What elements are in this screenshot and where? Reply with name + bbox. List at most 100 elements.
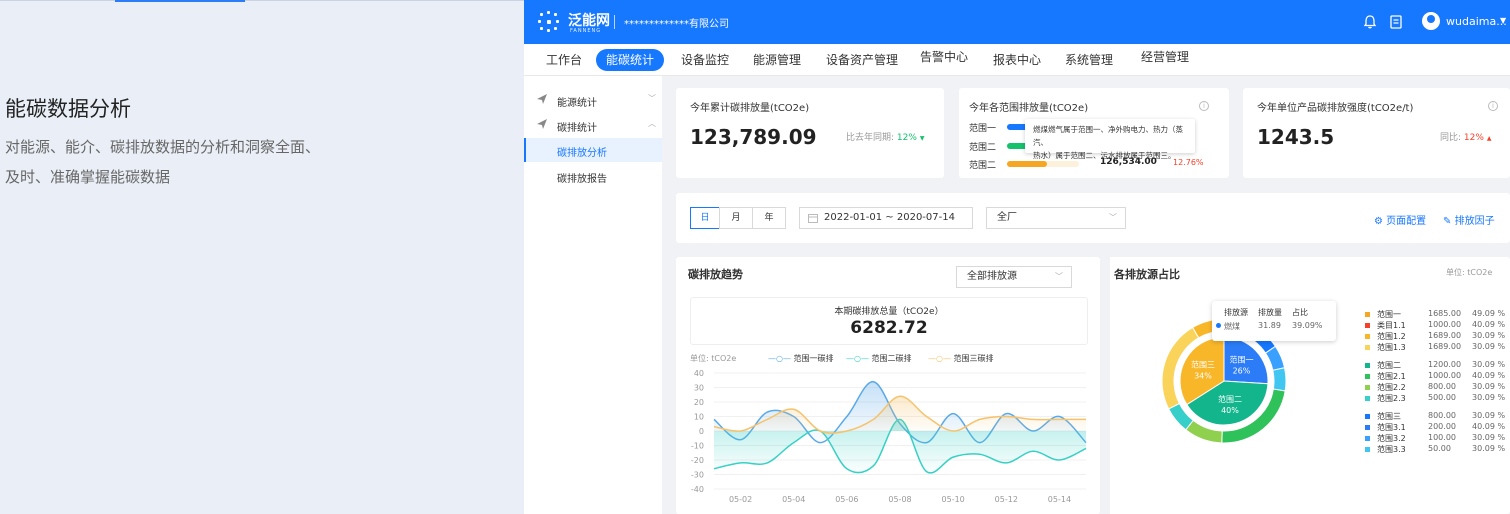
x-tick-label: 05-08 — [888, 495, 911, 504]
nav-system-management[interactable]: 系统管理 — [1065, 51, 1113, 68]
period-year-button[interactable]: 年 — [752, 207, 786, 229]
nav-report-center[interactable]: 报表中心 — [993, 51, 1041, 68]
sidebar-item-carbon-report[interactable]: 碳排放报告 — [524, 164, 662, 188]
user-name[interactable]: wudaima... — [1446, 15, 1507, 28]
legend-row[interactable]: 类目1.1 1000.00 40.09 % — [1365, 320, 1510, 331]
nav-alarm-center[interactable]: 告警中心 — [920, 48, 968, 65]
legend-row[interactable]: 范围三 800.00 30.09 % — [1365, 411, 1510, 422]
legend-pct: 30.09 % — [1472, 360, 1506, 369]
sidebar-item-energy-stats[interactable]: 能源统计 ﹀ — [524, 88, 662, 112]
slice-name-label: 范围二 — [1218, 394, 1242, 404]
legend-pct: 40.09 % — [1472, 371, 1506, 380]
legend-value: 50.00 — [1428, 444, 1451, 453]
tooltip-header: 排放量 — [1258, 308, 1282, 317]
legend-name: 类目1.1 — [1377, 321, 1406, 330]
nav-carbon-stats[interactable]: 能碳统计 — [596, 49, 664, 71]
legend-pct: 49.09 % — [1472, 309, 1506, 318]
outer-ring-segment[interactable] — [1272, 367, 1287, 392]
nav-business-management[interactable]: 经营管理 — [1141, 48, 1189, 65]
filter-bar: 日 月 年 2022-01-01 ~ 2020-07-14 全厂 ﹀ ⚙ 页面配… — [676, 193, 1510, 243]
document-icon[interactable] — [1388, 14, 1404, 30]
slice-name-label: 范围一 — [1229, 355, 1253, 365]
sidebar-item-label: 碳排放分析 — [557, 148, 607, 159]
legend-row[interactable]: 范围二 1200.00 30.09 % — [1365, 360, 1510, 371]
kpi-scope-card: 今年各范围排放量(tCO2e) i 范围一 范围二 范围二 126,534.00… — [959, 88, 1229, 178]
legend-value: 200.00 — [1428, 422, 1456, 431]
pie-tooltip: 排放源 排放量 占比 燃煤 31.89 39.09% — [1212, 301, 1336, 341]
legend-value: 1000.00 — [1428, 371, 1462, 380]
date-range-picker[interactable]: 2022-01-01 ~ 2020-07-14 — [799, 207, 973, 229]
page-config-label: 页面配置 — [1386, 216, 1427, 227]
legend-name: 范围一 — [1377, 310, 1401, 319]
arrow-down-icon: ▼ — [919, 135, 925, 142]
site-select[interactable]: 全厂 ﹀ — [986, 207, 1126, 229]
caret-down-icon[interactable]: ▼ — [1500, 16, 1506, 25]
legend-swatch — [1365, 447, 1370, 452]
legend-pct: 30.09 % — [1472, 342, 1506, 351]
sidebar-item-carbon-stats[interactable]: 碳排统计 ︿ — [524, 113, 662, 137]
info-icon[interactable]: i — [1488, 101, 1498, 111]
slice-name-label: 范围三 — [1191, 359, 1215, 369]
kpi-intensity-compare: 同比: 12% ▲ — [1440, 130, 1491, 143]
info-icon[interactable]: i — [1199, 101, 1209, 111]
kpi-total-compare: 比去年同期: 12% ▼ — [846, 130, 924, 143]
legend-row[interactable]: 范围3.3 50.00 30.09 % — [1365, 444, 1510, 455]
legend-name: 范围二 — [1377, 361, 1401, 370]
gear-icon: ⚙ — [1374, 216, 1383, 227]
x-tick-label: 05-02 — [729, 495, 752, 504]
legend-row[interactable]: 范围3.1 200.00 40.09 % — [1365, 422, 1510, 433]
logo-icon — [538, 11, 560, 33]
legend-row[interactable]: 范围2.1 1000.00 40.09 % — [1365, 371, 1510, 382]
calendar-icon — [808, 214, 818, 223]
legend-swatch — [1365, 436, 1370, 441]
legend-row[interactable]: 范围1.3 1689.00 30.09 % — [1365, 342, 1510, 353]
period-day-button[interactable]: 日 — [690, 207, 720, 229]
y-tick-label: -20 — [691, 456, 704, 465]
legend-name: 范围1.3 — [1377, 343, 1406, 352]
y-tick-label: 0 — [699, 427, 704, 436]
kpi-total-card: 今年累计碳排放量(tCO2e) 123,789.09 比去年同期: 12% ▼ — [676, 88, 944, 178]
main-nav: 工作台 能碳统计 设备监控 能源管理 设备资产管理 告警中心 报表中心 系统管理… — [524, 44, 1510, 76]
legend-pct: 30.09 % — [1472, 393, 1506, 402]
nav-energy-management[interactable]: 能源管理 — [753, 51, 801, 68]
legend-value: 800.00 — [1428, 411, 1456, 420]
user-avatar-icon[interactable] — [1422, 12, 1440, 30]
top-bar: 泛能网 FANNENG *************有限公司 wudaima...… — [524, 0, 1510, 44]
legend-row[interactable]: 范围2.3 500.00 30.09 % — [1365, 393, 1510, 404]
legend-pct: 40.09 % — [1472, 320, 1506, 329]
legend-row[interactable]: 范围一 1685.00 49.09 % — [1365, 309, 1510, 320]
legend-swatch — [1365, 396, 1370, 401]
logo-subtext: FANNENG — [570, 28, 602, 34]
x-tick-label: 05-04 — [782, 495, 805, 504]
legend-name: 范围2.1 — [1377, 372, 1406, 381]
compare-label: 比去年同期: — [846, 133, 895, 143]
x-tick-label: 05-10 — [942, 495, 965, 504]
legend-row[interactable]: 范围1.2 1689.00 30.09 % — [1365, 331, 1510, 342]
bell-icon[interactable] — [1362, 14, 1378, 30]
nav-device-monitor[interactable]: 设备监控 — [681, 51, 729, 68]
y-tick-label: -10 — [691, 442, 704, 451]
nav-asset-management[interactable]: 设备资产管理 — [826, 51, 898, 68]
kpi-intensity-card: 今年单位产品碳排放强度(tCO2e/t) i 1243.5 同比: 12% ▲ — [1243, 88, 1510, 178]
legend-pct: 30.09 % — [1472, 331, 1506, 340]
tooltip-header: 占比 — [1292, 308, 1308, 317]
tooltip-dot — [1216, 323, 1221, 328]
legend-value: 500.00 — [1428, 393, 1456, 402]
promo-desc-line2: 及时、准确掌握能碳数据 — [5, 168, 171, 186]
legend-pct: 30.09 % — [1472, 382, 1506, 391]
legend-row[interactable]: 范围3.2 100.00 30.09 % — [1365, 433, 1510, 444]
emission-factor-link[interactable]: ✎ 排放因子 — [1443, 212, 1495, 227]
period-month-button[interactable]: 月 — [719, 207, 753, 229]
arrow-up-icon: ▲ — [1486, 135, 1492, 142]
logo-separator — [614, 15, 615, 29]
legend-row[interactable]: 范围2.2 800.00 30.09 % — [1365, 382, 1510, 393]
site-select-value: 全厂 — [997, 212, 1017, 223]
legend-value: 800.00 — [1428, 382, 1456, 391]
promo-description: 对能源、能介、碳排放数据的分析和洞察全面、 及时、准确掌握能碳数据 — [5, 132, 425, 192]
sidebar-item-carbon-analysis[interactable]: 碳排放分析 — [524, 138, 662, 162]
legend-value: 1000.00 — [1428, 320, 1462, 329]
page-config-link[interactable]: ⚙ 页面配置 — [1374, 212, 1426, 227]
compare-value: 12% — [896, 133, 917, 143]
x-tick-label: 05-06 — [835, 495, 858, 504]
nav-workbench[interactable]: 工作台 — [546, 51, 582, 68]
